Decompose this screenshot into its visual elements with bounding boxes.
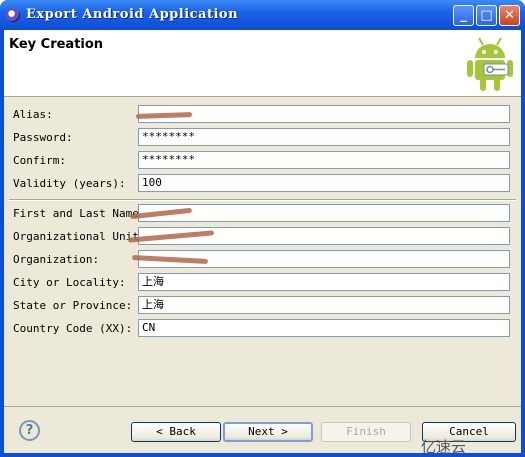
name-field[interactable] [138,204,510,222]
country-field[interactable]: CN [138,319,510,337]
password-field[interactable]: ******** [138,128,510,146]
finish-button[interactable]: Finish [321,422,411,442]
name-label: First and Last Name: [13,207,146,220]
watermark-logo: 亿速云 [421,438,467,456]
export-dialog-window: Export Android Application _ □ ✕ Key Cre… [0,0,525,457]
password-label: Password: [13,131,73,144]
city-field[interactable]: 上海 [138,273,510,291]
maximize-button[interactable]: □ [476,5,497,26]
state-label: State or Province: [13,299,133,312]
back-button[interactable]: < Back [131,422,221,442]
org-unit-label: Organizational Unit: [13,230,146,243]
state-field[interactable]: 上海 [138,296,510,314]
confirm-label: Confirm: [13,154,66,167]
confirm-field[interactable]: ******** [138,151,510,169]
wizard-header: Key Creation [4,30,521,97]
dialog-client-area: Key Creation Alias: Password: ******** C… [4,30,521,453]
validity-field[interactable]: 100 [138,174,510,192]
organization-label: Organization: [13,253,100,266]
minimize-button[interactable]: _ [453,5,474,26]
page-title: Key Creation [9,37,104,52]
alias-label: Alias: [13,108,53,121]
key-form: Alias: Password: ******** Confirm: *****… [4,97,521,407]
help-icon[interactable]: ? [19,420,40,441]
eclipse-icon [6,8,20,22]
next-button[interactable]: Next > [223,422,313,442]
validity-label: Validity (years): [13,177,126,190]
window-title: Export Android Application [26,7,239,22]
city-label: City or Locality: [13,276,126,289]
title-bar[interactable]: Export Android Application _ □ ✕ [0,0,525,30]
alias-field[interactable] [138,105,510,123]
close-button[interactable]: ✕ [499,5,520,26]
android-logo-icon [467,37,513,91]
separator [9,199,516,201]
country-label: Country Code (XX): [13,322,133,335]
